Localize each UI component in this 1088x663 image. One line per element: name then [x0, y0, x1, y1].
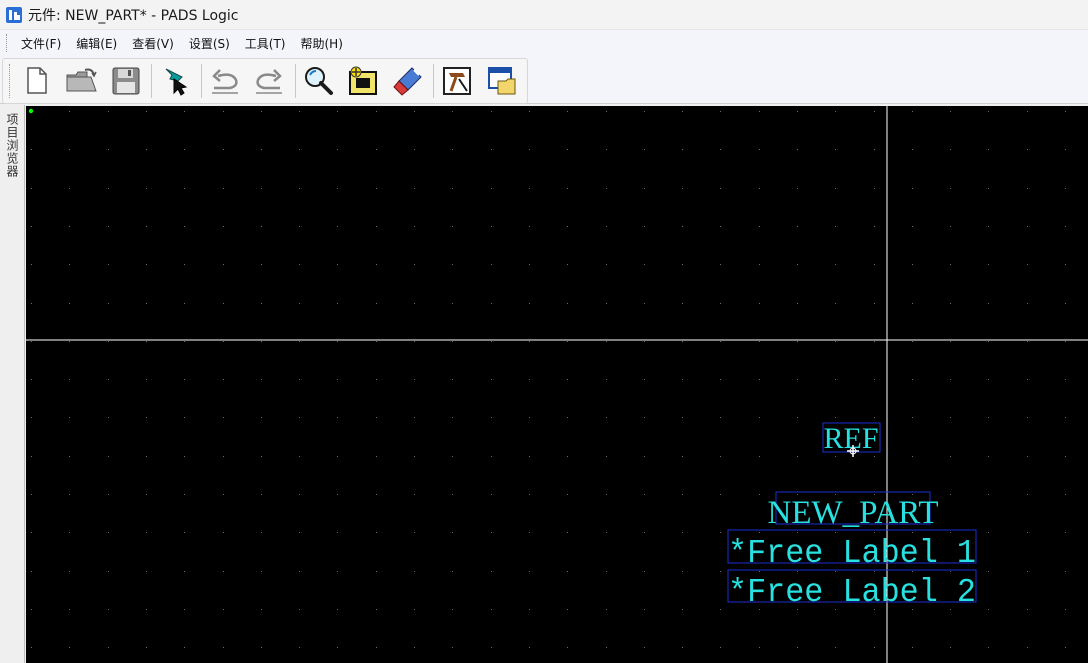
project-browser-panel[interactable]: 项目浏览器 [0, 105, 25, 663]
toolbar-separator [200, 64, 202, 98]
title-bar: 元件: NEW_PART* - PADS Logic [0, 0, 1088, 30]
menu-bar-grip[interactable] [6, 34, 9, 52]
redo-button[interactable] [250, 61, 288, 101]
menu-edit[interactable]: 编辑(E) [70, 32, 123, 55]
part-wizard-button[interactable] [438, 61, 476, 101]
menu-bar: 文件(F) 编辑(E) 查看(V) 设置(S) 工具(T) 帮助(H) [0, 30, 1088, 56]
canvas-drawing[interactable]: REF NEW_PART *Free Label 1 *Free Label 2 [26, 106, 1088, 663]
free-label-2[interactable]: *Free Label 2 [728, 574, 976, 611]
save-disk-icon [112, 67, 140, 95]
undo-button[interactable] [206, 61, 244, 101]
design-canvas[interactable]: REF NEW_PART *Free Label 1 *Free Label 2 [26, 106, 1088, 663]
toolbar-separator [294, 64, 296, 98]
open-button[interactable] [62, 61, 100, 101]
pads-logic-app-icon [4, 5, 24, 25]
menu-tools[interactable]: 工具(T) [239, 32, 292, 55]
toolbar-area [0, 56, 1088, 104]
ref-label[interactable]: REF [823, 422, 878, 455]
part-name-label[interactable]: NEW_PART [768, 495, 939, 531]
free-label-1[interactable]: *Free Label 1 [728, 535, 976, 572]
menu-file[interactable]: 文件(F) [15, 32, 67, 55]
window-folder-icon [487, 67, 516, 95]
toolbar-separator [433, 64, 435, 98]
new-document-icon [27, 67, 47, 94]
add-terminal-button[interactable] [344, 61, 382, 101]
select-filter-button[interactable] [156, 61, 194, 101]
save-button[interactable] [107, 61, 145, 101]
toolbar-separator [151, 64, 153, 98]
project-browser-tab[interactable]: 项目浏览器 [4, 113, 21, 178]
window-title: 元件: NEW_PART* - PADS Logic [28, 7, 239, 24]
select-filter-icon [165, 68, 187, 96]
zoom-button[interactable] [300, 61, 338, 101]
origin-marker [28, 108, 34, 114]
menu-view[interactable]: 查看(V) [126, 32, 180, 55]
zoom-icon [304, 67, 333, 95]
redo-icon [256, 69, 283, 94]
menu-setup[interactable]: 设置(S) [183, 32, 236, 55]
toolbar-grip[interactable] [9, 64, 12, 98]
standard-toolbar [2, 58, 528, 104]
window-folder-button[interactable] [482, 61, 520, 101]
new-document-button[interactable] [18, 61, 56, 101]
add-terminal-icon [349, 66, 378, 95]
open-folder-icon [66, 68, 97, 92]
part-wizard-icon [443, 67, 472, 95]
menu-help[interactable]: 帮助(H) [295, 32, 349, 55]
undo-icon [211, 69, 238, 94]
edit-graphics-button[interactable] [389, 61, 427, 101]
edit-graphics-icon [393, 67, 422, 96]
